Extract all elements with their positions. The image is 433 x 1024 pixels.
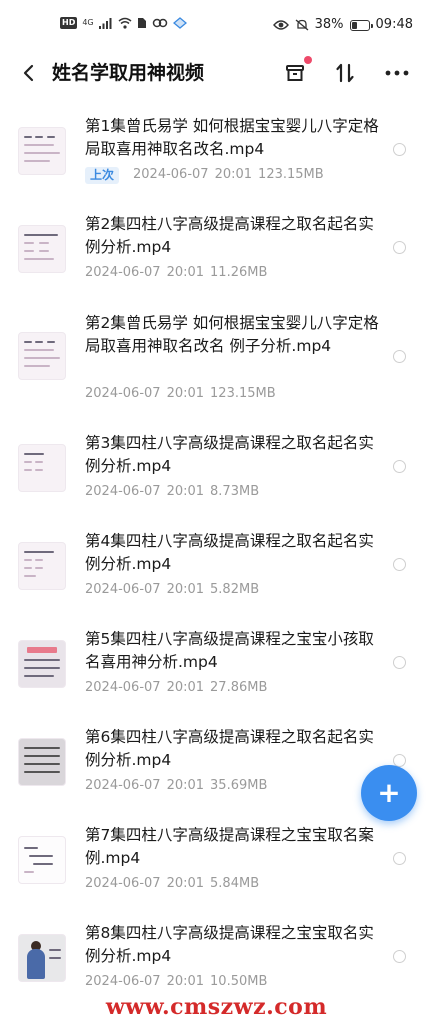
hd-badge: HD (60, 17, 78, 29)
status-right: 38% 09:48 (272, 17, 413, 33)
file-name: 第4集四柱八字高级提高课程之取名起名实例分析.mp4 (85, 532, 374, 573)
file-date: 2024-06-07 (85, 386, 161, 401)
file-time: 20:01 (166, 484, 205, 499)
file-size: 123.15MB (258, 167, 324, 182)
status-left: HD 4G (60, 17, 187, 29)
select-checkbox[interactable] (393, 950, 406, 963)
file-date: 2024-06-07 (85, 265, 161, 280)
file-name: 第8集四柱八字高级提高课程之宝宝取名实例分析.mp4 (85, 924, 374, 965)
video-thumbnail (18, 542, 66, 590)
battery-level (351, 21, 358, 29)
file-meta: 2024-06-07 20:01 5.82MB (85, 581, 259, 599)
signal-icon (98, 18, 112, 29)
plus-icon: + (377, 776, 401, 809)
file-meta: 2024-06-07 20:01 8.73MB (85, 483, 259, 501)
wifi-icon (118, 17, 132, 29)
file-date: 2024-06-07 (133, 167, 209, 182)
select-checkbox[interactable] (393, 143, 406, 156)
more-button[interactable] (382, 58, 412, 88)
add-fab-button[interactable]: + (361, 765, 417, 821)
file-date: 2024-06-07 (85, 582, 161, 597)
file-size: 11.26MB (210, 265, 268, 280)
sort-icon (336, 63, 354, 83)
app-notification-icon (172, 17, 187, 29)
file-time: 20:01 (214, 167, 253, 182)
page-title: 姓名学取用神视频 (52, 62, 205, 84)
file-time: 20:01 (166, 876, 205, 891)
video-thumbnail (18, 836, 66, 884)
select-checkbox[interactable] (393, 241, 406, 254)
mute-bell-icon (295, 19, 309, 31)
video-thumbnail (18, 127, 66, 175)
sort-button[interactable] (330, 58, 360, 88)
select-checkbox[interactable] (393, 350, 406, 363)
file-name: 第6集四柱八字高级提高课程之取名起名实例分析.mp4 (85, 728, 374, 769)
file-time: 20:01 (166, 778, 205, 793)
video-thumbnail (18, 640, 66, 688)
select-checkbox[interactable] (393, 558, 406, 571)
file-meta: 2024-06-07 20:01 10.50MB (85, 973, 267, 991)
link-icon (152, 18, 167, 28)
chevron-left-icon (23, 64, 34, 82)
file-time: 20:01 (166, 265, 205, 280)
network-type: 4G (82, 18, 94, 27)
file-time: 20:01 (166, 680, 205, 695)
file-date: 2024-06-07 (85, 876, 161, 891)
file-size: 10.50MB (210, 974, 268, 989)
file-time: 20:01 (166, 582, 205, 597)
file-date: 2024-06-07 (85, 680, 161, 695)
video-thumbnail (18, 738, 66, 786)
archive-icon (286, 65, 304, 81)
file-meta: 上次 2024-06-07 20:01 123.15MB (85, 166, 324, 184)
status-bar: HD 4G 38% 09:48 (0, 0, 433, 50)
file-meta: 2024-06-07 20:01 35.69MB (85, 777, 267, 795)
file-date: 2024-06-07 (85, 974, 161, 989)
file-name: 第2集四柱八字高级提高课程之取名起名实例分析.mp4 (85, 215, 374, 256)
clock: 09:48 (375, 17, 413, 32)
file-size: 5.84MB (210, 876, 260, 891)
file-meta: 2024-06-07 20:01 123.15MB (85, 385, 276, 403)
back-button[interactable] (14, 58, 44, 88)
video-thumbnail (18, 225, 66, 273)
battery-icon (349, 19, 373, 31)
file-date: 2024-06-07 (85, 484, 161, 499)
eye-icon (272, 20, 289, 30)
select-checkbox[interactable] (393, 852, 406, 865)
file-name: 第5集四柱八字高级提高课程之宝宝小孩取名喜用神分析.mp4 (85, 630, 374, 671)
archive-button[interactable] (280, 56, 312, 88)
file-name: 第3集四柱八字高级提高课程之取名起名实例分析.mp4 (85, 434, 374, 475)
file-size: 5.82MB (210, 582, 260, 597)
file-time: 20:01 (166, 386, 205, 401)
file-meta: 2024-06-07 20:01 27.86MB (85, 679, 267, 697)
file-name: 第1集曾氏易学 如何根据宝宝婴儿八字定格局取喜用神取名改名.mp4 (85, 117, 379, 158)
video-thumbnail (18, 934, 66, 982)
file-size: 8.73MB (210, 484, 260, 499)
file-name: 第7集四柱八字高级提高课程之宝宝取名案例.mp4 (85, 826, 374, 867)
file-time: 20:01 (166, 974, 205, 989)
file-date: 2024-06-07 (85, 778, 161, 793)
sim-icon (137, 18, 146, 28)
file-size: 123.15MB (210, 386, 276, 401)
notification-dot (304, 56, 312, 64)
file-size: 35.69MB (210, 778, 268, 793)
select-checkbox[interactable] (393, 460, 406, 473)
file-name: 第2集曾氏易学 如何根据宝宝婴儿八字定格局取喜用神取名改名 例子分析.mp4 (85, 314, 379, 355)
watermark: www.cmszwz.com (105, 994, 328, 1020)
file-meta: 2024-06-07 20:01 5.84MB (85, 875, 259, 893)
file-meta: 2024-06-07 20:01 11.26MB (85, 264, 267, 282)
battery-percent: 38% (314, 17, 344, 32)
video-thumbnail (18, 332, 66, 380)
select-checkbox[interactable] (393, 656, 406, 669)
app-header: 姓名学取用神视频 (0, 50, 433, 96)
file-size: 27.86MB (210, 680, 268, 695)
video-thumbnail (18, 444, 66, 492)
more-icon (385, 70, 409, 76)
last-played-badge: 上次 (85, 166, 120, 184)
